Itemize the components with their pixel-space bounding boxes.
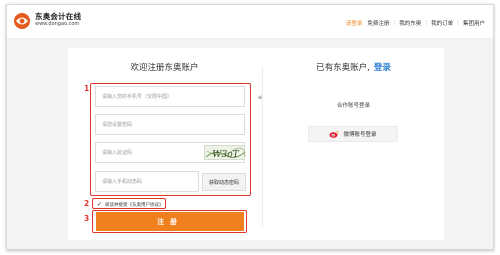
captcha-image[interactable]: W3oT [204, 145, 246, 160]
captcha-placeholder: 请输入验证码 [102, 150, 133, 156]
site-header: 东奥会计在线 www.dongao.com 请登录 免费注册 | 我的东奥 | … [7, 5, 493, 39]
login-prompt: 已有东奥账户, 登录 [263, 61, 444, 73]
annotation-number-1: 1 [84, 84, 90, 93]
register-card: 欢迎注册东奥账户 已有东奥账户, 登录 ◀ 1 请输入您的手机号（仅限中国） 请您… [68, 48, 444, 240]
logo-domain: www.dongao.com [35, 21, 80, 27]
agreement-checkbox[interactable]: ✓ [97, 201, 102, 208]
nav-login-link[interactable]: 请登录 [346, 19, 363, 27]
browser-frame: 东奥会计在线 www.dongao.com 请登录 免费注册 | 我的东奥 | … [6, 4, 494, 250]
nav-separator: | [393, 20, 396, 26]
partner-login-title: 合作账号登录 [336, 103, 370, 109]
login-prompt-text: 已有东奥账户, [316, 63, 370, 73]
annotation-number-2: 2 [84, 199, 90, 208]
nav-separator: | [457, 20, 459, 26]
agreement-row[interactable]: ✓ 阅读并接受《东奥用户协议》 [97, 200, 164, 209]
captcha-text: W3oT [212, 150, 239, 160]
password-input[interactable]: 请您设置密码 [95, 114, 245, 135]
nav-my-orders-link[interactable]: 我的订单 [431, 19, 453, 27]
nav-separator: | [425, 20, 428, 26]
top-nav: 请登录 免费注册 | 我的东奥 | 我的订单 | 集团用户 [346, 17, 485, 29]
nav-group-users-link[interactable]: 集团用户 [463, 19, 485, 27]
sms-code-input[interactable]: 请输入手机动态码 [95, 171, 199, 192]
agreement-text: 阅读并接受《东奥用户协议》 [105, 202, 164, 208]
login-link[interactable]: 登录 [374, 63, 391, 73]
site-logo[interactable]: 东奥会计在线 www.dongao.com [11, 11, 101, 33]
weibo-login-button[interactable]: 微博账号登录 [308, 126, 398, 142]
password-placeholder: 请您设置密码 [102, 122, 133, 128]
captcha-graphic: W3oT [205, 147, 246, 160]
nav-my-dongao-link[interactable]: 我的东奥 [399, 19, 421, 27]
phone-input[interactable]: 请输入您的手机号（仅限中国） [95, 86, 245, 107]
sms-placeholder: 请输入手机动态码 [102, 179, 143, 185]
dongao-logo-icon [14, 13, 30, 29]
register-title: 欢迎注册东奥账户 [130, 63, 199, 73]
weibo-login-label: 微博账号登录 [343, 132, 377, 138]
phone-placeholder: 请输入您的手机号（仅限中国） [102, 94, 173, 100]
annotation-number-3: 3 [84, 214, 90, 223]
chevron-left-icon: ◀ [257, 94, 262, 101]
column-divider [262, 66, 263, 226]
get-sms-code-button[interactable]: 获取动态密码 [202, 173, 246, 191]
register-submit-button[interactable]: 注册 [96, 212, 244, 231]
weibo-icon [329, 130, 340, 138]
nav-register-link[interactable]: 免费注册 [367, 19, 389, 27]
